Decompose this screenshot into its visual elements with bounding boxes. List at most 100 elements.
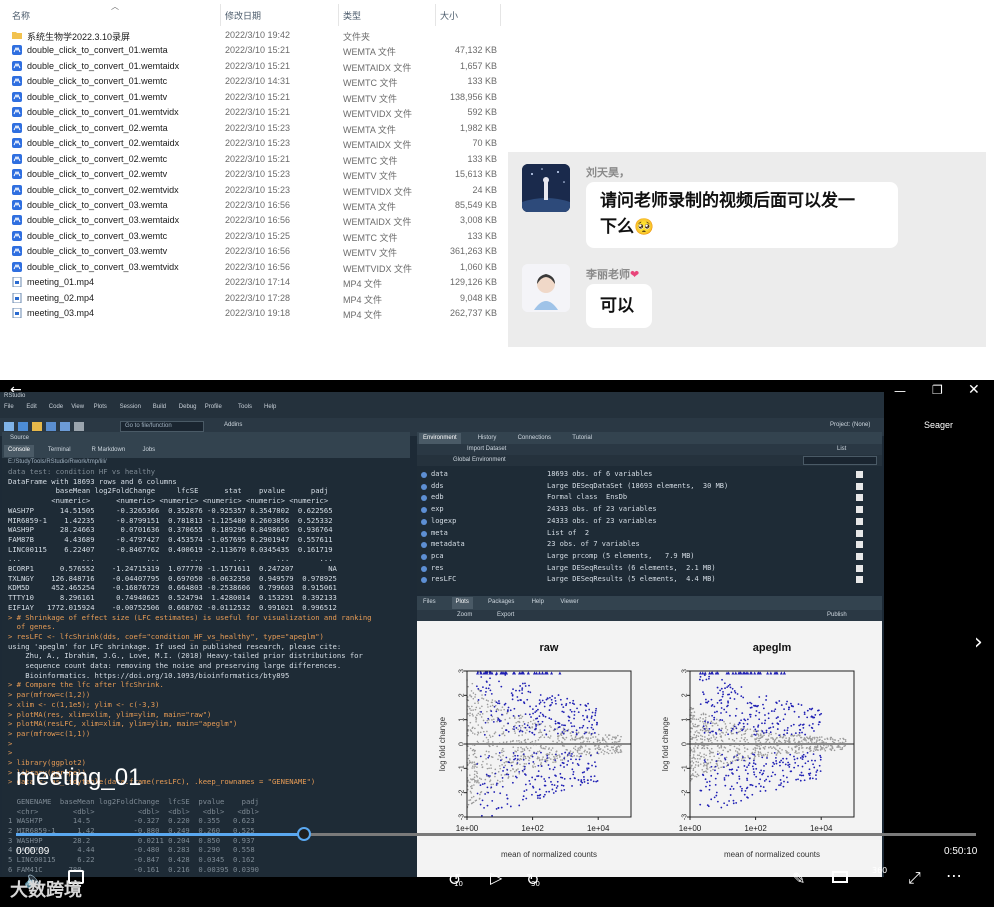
file-row[interactable]: double_click_to_convert_03.wemtc 2022/3/1… <box>0 229 505 244</box>
file-row[interactable]: double_click_to_convert_01.wemtaidx 2022/… <box>0 59 505 74</box>
column-header-name[interactable]: 名称 <box>12 9 30 22</box>
minimize-icon[interactable]: — <box>894 384 906 398</box>
close-icon[interactable]: ✕ <box>968 382 980 398</box>
list-view-button[interactable]: List <box>837 446 846 452</box>
object-checkbox[interactable] <box>856 564 863 572</box>
column-header-type[interactable]: 类型 <box>343 9 361 22</box>
go-to-file-input[interactable]: Go to file/function <box>120 421 204 432</box>
file-row[interactable]: double_click_to_convert_01.wemtvidx 2022/… <box>0 105 505 120</box>
play-icon[interactable]: ▷ <box>490 868 502 887</box>
file-row[interactable]: double_click_to_convert_03.wemtvidx 2022/… <box>0 260 505 275</box>
menu-item[interactable]: Session <box>120 404 141 410</box>
environment-row[interactable]: dds Large DESeqDataSet (18693 elements, 3… <box>419 481 879 493</box>
menu-item[interactable]: View <box>71 404 84 410</box>
new-file-icon[interactable] <box>4 422 14 431</box>
environment-row[interactable]: res Large DESeqResults (6 elements, 2.1 M… <box>419 563 879 575</box>
file-row[interactable]: double_click_to_convert_03.wemtaidx 2022/… <box>0 213 505 228</box>
environment-row[interactable]: pca Large prcomp (5 elements, 7.9 MB) <box>419 551 879 563</box>
menu-item[interactable]: Plots <box>94 404 107 410</box>
environment-row[interactable]: meta List of 2 <box>419 528 879 540</box>
data-point <box>537 797 539 799</box>
global-environment-select[interactable]: Global Environment <box>453 457 506 463</box>
environment-row[interactable]: metadata 23 obs. of 7 variables <box>419 539 879 551</box>
project-menu[interactable]: Project: (None) <box>830 422 870 428</box>
menu-item[interactable]: Profile <box>205 404 222 410</box>
menu-item[interactable]: Debug <box>179 404 197 410</box>
file-row[interactable]: double_click_to_convert_02.wemtvidx 2022/… <box>0 183 505 198</box>
file-row[interactable]: double_click_to_convert_02.wemta 2022/3/1… <box>0 121 505 136</box>
object-checkbox[interactable] <box>856 552 863 560</box>
import-dataset-button[interactable]: Import Dataset <box>467 446 506 452</box>
object-checkbox[interactable] <box>856 576 863 584</box>
save-all-icon[interactable] <box>60 422 70 431</box>
picture-in-picture-icon[interactable] <box>832 871 848 883</box>
progress-knob[interactable] <box>297 827 311 841</box>
open-project-icon[interactable] <box>18 422 28 431</box>
export-button[interactable]: Export <box>497 612 514 618</box>
next-chevron-icon[interactable]: › <box>974 630 983 655</box>
tab-viewer[interactable]: Viewer <box>556 597 582 609</box>
menu-item[interactable]: Tools <box>238 404 252 410</box>
object-checkbox[interactable] <box>856 529 863 537</box>
column-header-size[interactable]: 大小 <box>440 9 458 22</box>
tab-console[interactable]: Console <box>4 445 35 457</box>
save-icon[interactable] <box>46 422 56 431</box>
tab-jobs[interactable]: Jobs <box>139 445 160 457</box>
open-file-icon[interactable] <box>32 422 42 431</box>
file-row[interactable]: meeting_02.mp4 2022/3/10 17:28 MP4 文件 9,048… <box>0 291 505 306</box>
quality-button[interactable]: 360 <box>872 866 887 875</box>
more-options-icon[interactable]: ⋯ <box>946 866 962 885</box>
fullscreen-icon[interactable]: ⤢ <box>908 868 921 888</box>
file-row[interactable]: double_click_to_convert_01.wemtv 2022/3/1… <box>0 90 505 105</box>
avatar[interactable] <box>522 164 570 212</box>
object-checkbox[interactable] <box>856 482 863 490</box>
menu-item[interactable]: File <box>4 404 14 410</box>
addins-menu[interactable]: Addins <box>224 422 242 428</box>
tab-files[interactable]: Files <box>419 597 440 609</box>
file-row[interactable]: double_click_to_convert_01.wemtc 2022/3/1… <box>0 74 505 89</box>
menu-item[interactable]: Code <box>49 404 63 410</box>
file-row[interactable]: double_click_to_convert_01.wemta 2022/3/1… <box>0 43 505 58</box>
print-icon[interactable] <box>74 422 84 431</box>
object-checkbox[interactable] <box>856 517 863 525</box>
file-row[interactable]: double_click_to_convert_02.wemtv 2022/3/1… <box>0 167 505 182</box>
column-divider[interactable] <box>220 4 221 26</box>
tab-help[interactable]: Help <box>528 597 548 609</box>
file-row[interactable]: double_click_to_convert_02.wemtaidx 2022/… <box>0 136 505 151</box>
tab-r-markdown[interactable]: R Markdown <box>88 445 130 457</box>
console-pane[interactable]: Console Terminal R Markdown Jobs E:/StudyTo… <box>2 444 410 877</box>
object-checkbox[interactable] <box>856 506 863 514</box>
file-row[interactable]: double_click_to_convert_03.wemtv 2022/3/1… <box>0 244 505 259</box>
column-divider[interactable] <box>338 4 339 26</box>
environment-row[interactable]: edb Formal class EnsDb <box>419 492 879 504</box>
file-row[interactable]: meeting_03.mp4 2022/3/10 19:18 MP4 文件 262,7… <box>0 306 505 321</box>
object-checkbox[interactable] <box>856 494 863 502</box>
column-divider[interactable] <box>435 4 436 26</box>
restore-icon[interactable]: ❐ <box>932 383 943 397</box>
avatar[interactable] <box>522 264 570 312</box>
environment-search-input[interactable] <box>803 456 877 465</box>
column-header-date[interactable]: 修改日期 <box>225 9 261 22</box>
environment-row[interactable]: data 18693 obs. of 6 variables <box>419 469 879 481</box>
environment-row[interactable]: resLFC Large DESeqResults (5 elements, 4.… <box>419 574 879 586</box>
tab-terminal[interactable]: Terminal <box>44 445 75 457</box>
object-checkbox[interactable] <box>856 471 863 478</box>
pen-icon[interactable]: ✎ <box>792 869 805 888</box>
menu-item[interactable]: Build <box>153 404 166 410</box>
publish-button[interactable]: Publish <box>827 612 847 618</box>
environment-row[interactable]: logexp 24333 obs. of 23 variables <box>419 516 879 528</box>
column-divider[interactable] <box>500 4 501 26</box>
tab-plots[interactable]: Plots <box>451 597 473 609</box>
object-checkbox[interactable] <box>856 541 863 549</box>
file-row[interactable]: 系统生物学2022.3.10录屏 2022/3/10 19:42 文件夹 <box>0 28 505 43</box>
file-row[interactable]: meeting_01.mp4 2022/3/10 17:14 MP4 文件 129,1… <box>0 275 505 290</box>
data-point <box>810 741 813 743</box>
file-row[interactable]: double_click_to_convert_02.wemtc 2022/3/1… <box>0 152 505 167</box>
video-player[interactable]: ← — ❐ ✕ Seager › RStudio File Edit Code Vie… <box>0 380 994 907</box>
menu-item[interactable]: Edit <box>26 404 36 410</box>
tab-packages[interactable]: Packages <box>484 597 518 609</box>
file-row[interactable]: double_click_to_convert_03.wemta 2022/3/1… <box>0 198 505 213</box>
zoom-button[interactable]: Zoom <box>457 612 472 618</box>
environment-row[interactable]: exp 24333 obs. of 23 variables <box>419 504 879 516</box>
menu-item[interactable]: Help <box>264 404 276 410</box>
